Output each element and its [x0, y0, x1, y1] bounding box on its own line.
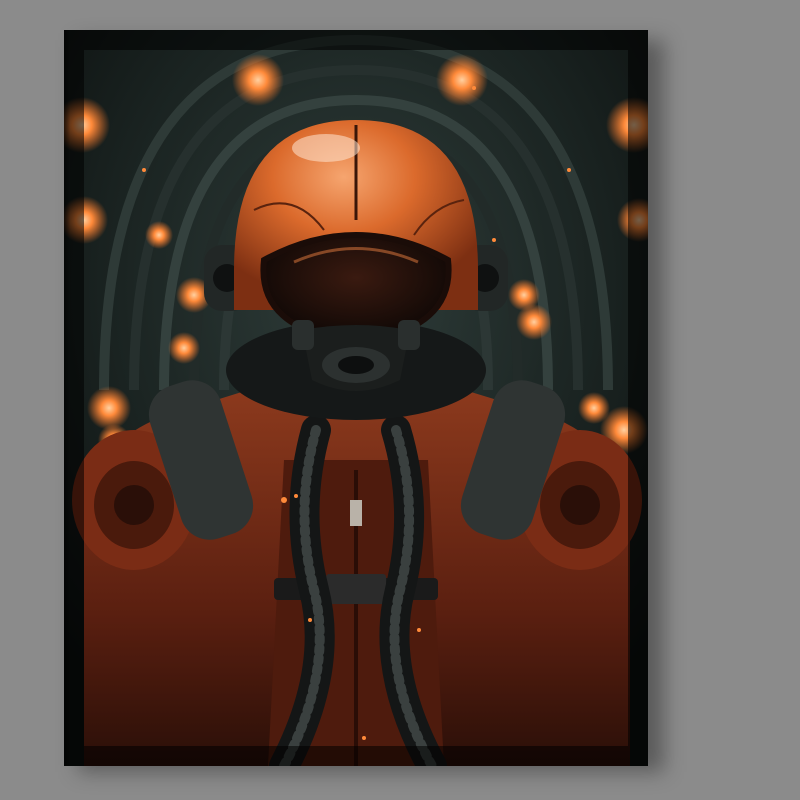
space-suit — [72, 380, 642, 766]
canvas-print — [64, 30, 648, 766]
canvas-edge — [64, 30, 70, 766]
artwork-image — [64, 30, 648, 766]
product-mockup-stage — [0, 0, 800, 800]
